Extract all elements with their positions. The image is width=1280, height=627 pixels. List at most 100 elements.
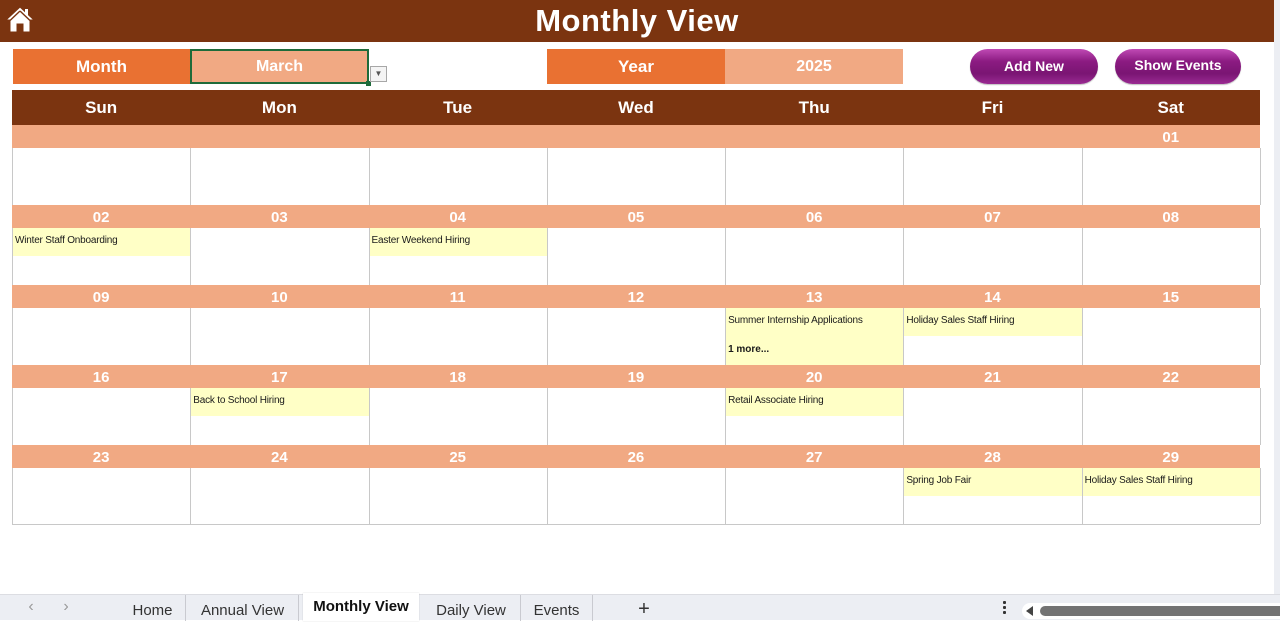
sheet-tab-bar: ‹ › Home Annual View Monthly View Daily … bbox=[0, 593, 1280, 621]
dot bbox=[1002, 601, 1006, 604]
show-events-button[interactable]: Show Events bbox=[1115, 49, 1241, 84]
date-number: 11 bbox=[449, 289, 466, 306]
next-sheet-button[interactable]: › bbox=[57, 598, 75, 618]
date-number: 10 bbox=[271, 289, 288, 306]
event-item[interactable]: Summer Internship Applications bbox=[726, 308, 904, 336]
date-number: 28 bbox=[984, 449, 1001, 466]
date-row: 02 03 04 05 06 07 08 bbox=[12, 205, 1260, 228]
more-options-button[interactable] bbox=[998, 599, 1010, 619]
tab-daily-view[interactable]: Daily View bbox=[422, 595, 521, 621]
date-number: 15 bbox=[1162, 289, 1180, 306]
calendar-week: 02 03 04 05 06 07 08 Winter Staff Onboarding Eas… bbox=[12, 205, 1261, 285]
date-number: 24 bbox=[271, 449, 288, 466]
date-number: 26 bbox=[627, 449, 645, 466]
date-number bbox=[903, 125, 1081, 148]
date-number: 01 bbox=[1162, 129, 1180, 146]
day-cell[interactable] bbox=[1082, 228, 1261, 285]
day-cell[interactable] bbox=[13, 388, 192, 445]
scroll-thumb[interactable] bbox=[1040, 606, 1280, 616]
month-select[interactable]: March bbox=[190, 49, 369, 84]
day-cell[interactable] bbox=[904, 228, 1083, 285]
date-number: 23 bbox=[92, 449, 110, 466]
date-number: 25 bbox=[449, 449, 466, 466]
day-cell[interactable] bbox=[13, 148, 192, 205]
date-row: 09 10 11 12 13 14 15 bbox=[12, 285, 1260, 308]
day-cell[interactable] bbox=[547, 468, 727, 524]
day-cell[interactable] bbox=[726, 468, 905, 524]
date-number: 03 bbox=[271, 209, 288, 226]
day-cell[interactable]: Easter Weekend Hiring bbox=[369, 228, 548, 285]
more-events-link[interactable]: 1 more... bbox=[726, 336, 904, 365]
weekday-mon: Mon bbox=[261, 98, 297, 117]
tab-monthly-view[interactable]: Monthly View bbox=[303, 593, 419, 621]
add-sheet-button[interactable]: + bbox=[634, 596, 654, 620]
year-label: Year bbox=[547, 49, 725, 84]
day-cell[interactable] bbox=[369, 148, 548, 205]
dot bbox=[1002, 606, 1006, 609]
day-cell[interactable] bbox=[726, 228, 905, 285]
day-cell[interactable] bbox=[547, 308, 727, 365]
day-cell[interactable]: Summer Internship Applications 1 more... bbox=[726, 308, 905, 365]
tab-annual-view[interactable]: Annual View bbox=[187, 595, 299, 621]
prev-sheet-button[interactable]: ‹ bbox=[22, 598, 40, 618]
date-number: 04 bbox=[449, 209, 466, 226]
dot bbox=[1002, 611, 1006, 614]
day-cell[interactable] bbox=[547, 388, 727, 445]
date-number: 17 bbox=[271, 369, 288, 386]
title-bar: Monthly View bbox=[0, 0, 1274, 42]
day-cell[interactable] bbox=[369, 388, 548, 445]
day-cell[interactable]: Spring Job Fair bbox=[904, 468, 1083, 524]
day-cell[interactable] bbox=[726, 148, 905, 205]
add-new-button[interactable]: Add New bbox=[970, 49, 1098, 84]
date-number bbox=[190, 125, 368, 148]
event-item[interactable]: Winter Staff Onboarding bbox=[13, 228, 191, 256]
day-cell[interactable]: Holiday Sales Staff Hiring bbox=[1082, 468, 1261, 524]
weekday-header: Sun Mon Tue Wed Thu Fri Sat bbox=[12, 90, 1260, 125]
day-cell[interactable] bbox=[904, 388, 1083, 445]
day-cell[interactable] bbox=[191, 308, 370, 365]
day-cell[interactable] bbox=[191, 468, 370, 524]
weekday-thu: Thu bbox=[798, 98, 830, 117]
date-number: 08 bbox=[1162, 209, 1180, 226]
event-item[interactable]: Spring Job Fair bbox=[904, 468, 1082, 496]
day-cell[interactable]: Winter Staff Onboarding bbox=[13, 228, 192, 285]
plus-icon: + bbox=[638, 598, 650, 620]
day-cell[interactable] bbox=[369, 308, 548, 365]
date-number: 09 bbox=[92, 289, 110, 306]
tab-events[interactable]: Events bbox=[521, 595, 593, 621]
chevron-down-icon: ▼ bbox=[374, 69, 383, 78]
day-cell[interactable] bbox=[13, 308, 192, 365]
date-number: 27 bbox=[805, 449, 823, 466]
day-cell[interactable] bbox=[904, 148, 1083, 205]
day-cell[interactable] bbox=[13, 468, 192, 524]
day-cell[interactable] bbox=[1082, 308, 1261, 365]
horizontal-scrollbar[interactable] bbox=[1022, 603, 1280, 619]
day-cell[interactable] bbox=[191, 148, 370, 205]
day-cell[interactable]: Retail Associate Hiring bbox=[726, 388, 905, 445]
year-input[interactable]: 2025 bbox=[725, 49, 903, 84]
day-cell[interactable] bbox=[1082, 388, 1261, 445]
weekday-sun: Sun bbox=[85, 98, 118, 117]
event-item[interactable]: Easter Weekend Hiring bbox=[369, 228, 547, 256]
scroll-left-arrow-icon[interactable] bbox=[1026, 606, 1033, 616]
date-number bbox=[547, 125, 725, 148]
weekday-sat: Sat bbox=[1157, 98, 1184, 117]
month-dropdown-button[interactable]: ▼ bbox=[370, 66, 387, 82]
event-item[interactable]: Retail Associate Hiring bbox=[726, 388, 904, 416]
day-cell[interactable] bbox=[1082, 148, 1261, 205]
event-item[interactable]: Holiday Sales Staff Hiring bbox=[1082, 468, 1260, 496]
month-label: Month bbox=[13, 49, 190, 84]
date-number: 18 bbox=[449, 369, 466, 386]
worksheet: Monthly View Month March ▼ Year 2025 Add… bbox=[0, 0, 1274, 594]
day-cell[interactable] bbox=[191, 228, 370, 285]
day-cell[interactable] bbox=[369, 468, 548, 524]
day-cell[interactable]: Holiday Sales Staff Hiring bbox=[904, 308, 1083, 365]
day-cell[interactable] bbox=[547, 148, 727, 205]
event-item[interactable]: Holiday Sales Staff Hiring bbox=[904, 308, 1082, 336]
date-number: 21 bbox=[984, 369, 1001, 386]
event-item[interactable]: Back to School Hiring bbox=[191, 388, 369, 416]
tab-home[interactable]: Home bbox=[120, 595, 186, 621]
day-cell[interactable] bbox=[547, 228, 727, 285]
events-row: Back to School Hiring Retail Associate Hi… bbox=[12, 388, 1261, 445]
day-cell[interactable]: Back to School Hiring bbox=[191, 388, 370, 445]
